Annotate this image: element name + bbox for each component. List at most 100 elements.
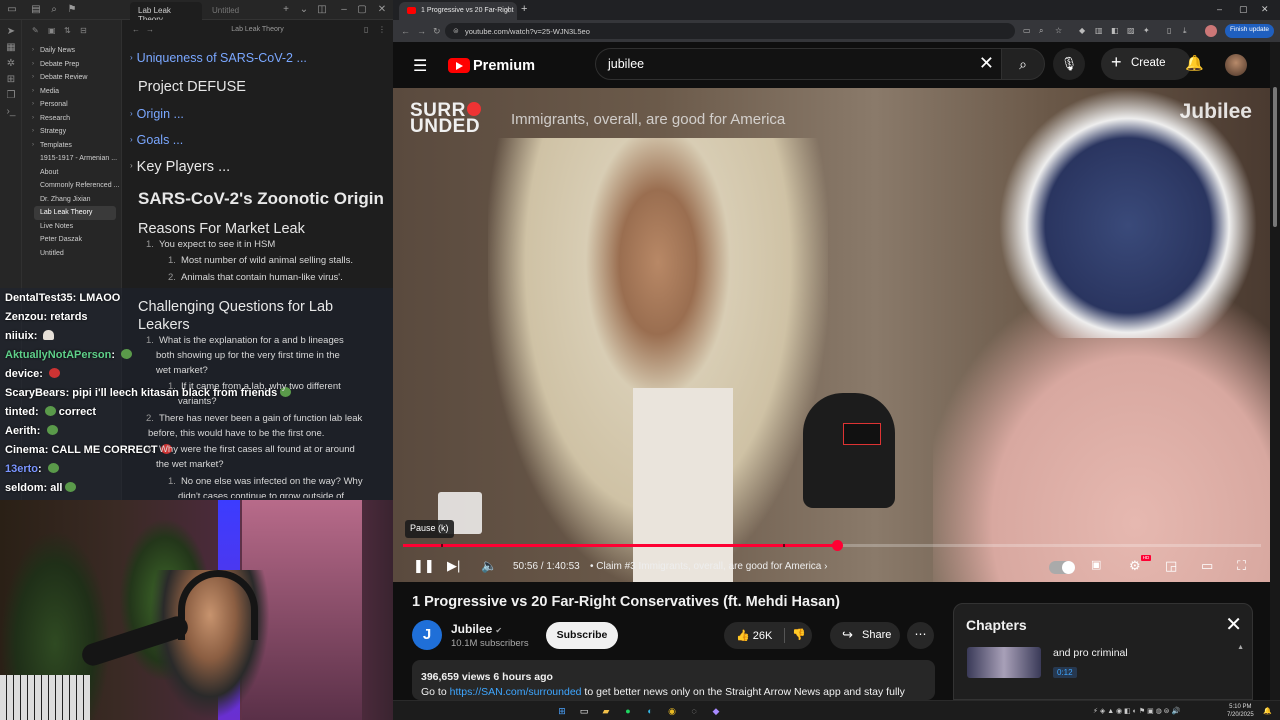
share-button[interactable]: ↪ Share <box>830 622 900 649</box>
channel-name[interactable]: Jubilee ✔ <box>451 622 502 636</box>
new-note-icon[interactable]: ✎ <box>32 26 39 35</box>
search-input[interactable]: jubilee ✕ <box>595 48 1003 80</box>
zoom-icon[interactable]: ⌕ <box>1039 26 1043 36</box>
edge-icon[interactable]: ◐ <box>643 704 657 718</box>
back-icon[interactable]: ← <box>401 26 410 36</box>
sidebar-toggle-icon[interactable]: ▭ <box>6 4 18 16</box>
search-icon[interactable]: ⌕ <box>48 4 60 16</box>
system-clock[interactable]: 5:10 PM 7/20/2025 <box>1227 703 1254 719</box>
file-dr-zhang-jixian[interactable]: Dr. Zhang Jixian <box>22 193 122 207</box>
obsidian-icon[interactable]: ◆ <box>709 704 723 718</box>
captions-icon[interactable]: ▣ <box>1091 558 1101 571</box>
scrollbar-thumb[interactable] <box>1273 87 1277 227</box>
next-button[interactable]: ▶| <box>447 558 460 574</box>
more-actions-button[interactable]: ⋯ <box>907 622 934 649</box>
create-button[interactable]: + Create <box>1101 48 1191 80</box>
account-avatar[interactable] <box>1225 54 1247 76</box>
description-link[interactable]: https://SAN.com/surrounded <box>450 686 582 698</box>
send-icon[interactable]: ➤ <box>5 26 17 38</box>
folder-media[interactable]: › Media <box>22 85 122 99</box>
terminal-icon[interactable]: ›_ <box>5 106 17 118</box>
youtube-premium-logo[interactable]: Premium <box>448 57 535 75</box>
pause-button[interactable]: ❚❚ <box>413 558 435 574</box>
new-tab-icon[interactable]: + <box>280 4 292 16</box>
file-lab-leak-theory[interactable]: Lab Leak Theory <box>34 206 116 220</box>
chrome-icon[interactable]: ◉ <box>665 704 679 718</box>
tab-untitled[interactable]: Untitled <box>204 2 274 20</box>
canvas-icon[interactable]: ⊞ <box>5 74 17 86</box>
subscribe-button[interactable]: Subscribe <box>546 622 618 649</box>
sort-icon[interactable]: ⇅ <box>64 26 71 35</box>
scroll-up-icon[interactable]: ▲ <box>1237 644 1244 651</box>
file-untitled[interactable]: Untitled <box>22 247 122 261</box>
video-player[interactable]: SURR UNDED Immigrants, overall, are good … <box>393 88 1270 582</box>
chapter-title-button[interactable]: • Claim #3 Immigrants, overall, are good… <box>590 561 827 572</box>
copy-icon[interactable]: ❐ <box>5 90 17 102</box>
heading-goals[interactable]: › Goals ... <box>130 133 183 147</box>
close-icon[interactable]: ✕ <box>1225 612 1242 637</box>
chapter-name[interactable]: and pro criminal <box>1053 647 1128 659</box>
close-icon[interactable]: ✕ <box>376 4 388 16</box>
folder-debate-review[interactable]: › Debate Review <box>22 71 122 85</box>
clear-search-icon[interactable]: ✕ <box>979 53 994 74</box>
new-tab-icon[interactable]: + <box>521 3 527 15</box>
bookmark-icon[interactable]: ⚑ <box>66 4 78 16</box>
notifications-bell-icon[interactable]: 🔔 <box>1185 54 1204 72</box>
extensions-puzzle-icon[interactable]: ✦ <box>1143 26 1150 35</box>
collapse-icon[interactable]: ⊟ <box>80 26 87 35</box>
downloads-icon[interactable]: ⤓ <box>1183 26 1187 36</box>
fullscreen-icon[interactable]: ⛶ <box>1237 558 1246 574</box>
site-info-icon[interactable]: ⊜ <box>453 27 459 35</box>
volume-icon[interactable]: 🔈 <box>481 558 497 574</box>
profile-avatar[interactable] <box>1205 25 1217 37</box>
minimize-icon[interactable]: – <box>1217 4 1222 14</box>
taskbar-app-icon[interactable]: ▭ <box>577 704 591 718</box>
windows-start-icon[interactable]: ⊞ <box>555 704 569 718</box>
more-options-icon[interactable]: ⋮ <box>378 25 386 34</box>
notifications-icon[interactable]: 🔔 <box>1263 707 1272 715</box>
heading-key-players[interactable]: › Key Players ... <box>130 159 230 175</box>
extension-icon[interactable]: ▨ <box>1127 26 1135 35</box>
taskbar-app-icon[interactable]: ◌ <box>687 704 701 718</box>
heading-origin[interactable]: › Origin ... <box>130 107 184 121</box>
file-armenian[interactable]: 1915-1917 - Armenian ... <box>22 152 122 166</box>
folder-templates[interactable]: › Templates <box>22 139 122 153</box>
close-window-icon[interactable]: ✕ <box>1261 4 1269 15</box>
progress-bar[interactable] <box>403 540 1261 551</box>
theater-mode-icon[interactable]: ▭ <box>1201 558 1213 574</box>
miniplayer-icon[interactable]: ◲ <box>1165 558 1177 574</box>
like-button[interactable]: 👍 26K <box>736 629 772 642</box>
cast-icon[interactable]: ▭ <box>1023 26 1031 35</box>
hamburger-menu-icon[interactable]: ☰ <box>413 56 427 76</box>
close-tab-icon[interactable]: ✕ <box>504 6 511 15</box>
channel-avatar[interactable]: J <box>412 620 442 650</box>
dislike-button[interactable]: 👎 <box>792 628 806 641</box>
finish-update-button[interactable]: Finish update <box>1225 24 1275 38</box>
file-explorer-icon[interactable]: ▰ <box>599 704 613 718</box>
extension-icon[interactable]: ◧ <box>1111 26 1119 35</box>
description-box[interactable]: 396,659 views 6 hours ago Go to https://… <box>412 660 935 700</box>
chapter-timestamp[interactable]: 0:12 <box>1053 667 1077 678</box>
bookmark-star-icon[interactable]: ☆ <box>1055 26 1062 35</box>
tray-icons[interactable]: ⚡ ◈ ▲ ◉ ◧ ◐ ⚑ ▣ ◍ ⊜ 🔊 <box>1093 707 1180 715</box>
extension-icon[interactable]: ▥ <box>1095 26 1103 35</box>
minimize-icon[interactable]: – <box>338 4 350 16</box>
url-field[interactable]: ⊜ youtube.com/watch?v=25-WJN3L5eo <box>445 23 1015 39</box>
file-live-notes[interactable]: Live Notes <box>22 220 122 234</box>
new-folder-icon[interactable]: ▣ <box>48 26 56 35</box>
folder-icon[interactable]: ▤ <box>30 4 42 16</box>
file-peter-daszak[interactable]: Peter Daszak <box>22 233 122 247</box>
layout-icon[interactable]: ◫ <box>316 4 328 16</box>
autoplay-toggle[interactable] <box>1049 561 1075 574</box>
heading-uniqueness[interactable]: › Uniqueness of SARS-CoV-2 ... <box>130 51 307 65</box>
sidebar-icon[interactable]: ▯ <box>1167 26 1171 35</box>
reload-icon[interactable]: ↻ <box>433 26 441 37</box>
reading-view-icon[interactable]: ▯ <box>364 25 368 34</box>
settings-gear-icon[interactable]: ⚙ <box>1129 558 1141 574</box>
file-about[interactable]: About <box>22 166 122 180</box>
maximize-icon[interactable]: ▢ <box>1239 4 1248 15</box>
folder-personal[interactable]: › Personal <box>22 98 122 112</box>
voice-search-button[interactable]: 🎙 <box>1053 48 1085 80</box>
forward-icon[interactable]: → <box>417 26 426 36</box>
page-scrollbar[interactable] <box>1270 42 1280 700</box>
